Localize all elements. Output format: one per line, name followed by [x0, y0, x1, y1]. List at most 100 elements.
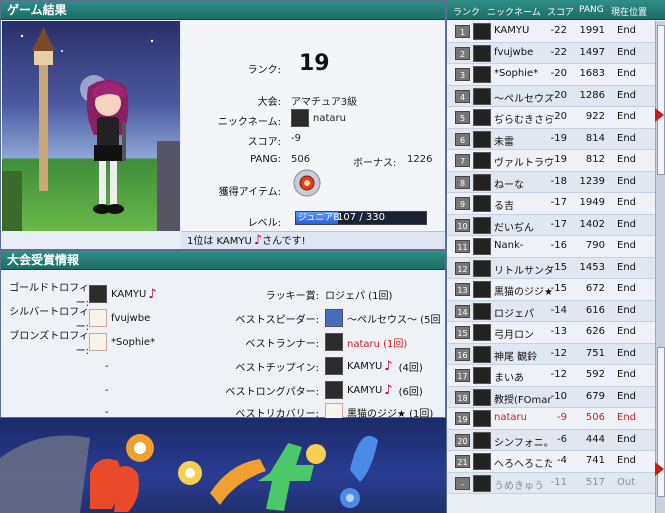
- player-name: *Sophie*: [494, 68, 539, 79]
- lucky-award-row: ラッキー賞: ロジェパ (1回): [201, 284, 393, 304]
- player-pang: 616: [585, 304, 605, 316]
- bonus-value: 1226: [407, 154, 433, 165]
- table-row[interactable]: 14 ロジェパ -14 616 End: [447, 300, 655, 322]
- chipin-award-row: ベストチップイン: KAMYU ♪ (4回): [201, 356, 423, 376]
- bonus-label: ボーナス:: [353, 158, 397, 169]
- table-row[interactable]: 9 る吉 -17 1949 End: [447, 193, 655, 215]
- table-row[interactable]: 18 教授(FOmar) -10 679 End: [447, 386, 655, 408]
- col-position-header[interactable]: 現在位置: [611, 5, 647, 18]
- table-row[interactable]: 8 ねーな -18 1239 End: [447, 171, 655, 193]
- music-note-icon: ♪: [148, 286, 157, 302]
- player-score: -22: [550, 46, 567, 58]
- player-score: -20: [550, 68, 567, 79]
- empty-slot-1: -: [105, 360, 109, 372]
- gold-avatar-icon: [89, 285, 107, 303]
- player-score: -20: [550, 111, 567, 122]
- chipin-award-value: KAMYU: [347, 360, 383, 372]
- rank-number: 2: [455, 46, 470, 60]
- player-position: End: [617, 390, 637, 402]
- player-pang: 444: [585, 433, 605, 445]
- speeder-award-value: ～ペルセウス～ (5回: [347, 314, 441, 326]
- nickname-value: nataru: [313, 112, 346, 124]
- longputter-award-count: (6回): [398, 386, 423, 398]
- gold-trophy-value: KAMYU: [111, 288, 147, 300]
- table-row[interactable]: 21 へろへろこたろ -4 741 End: [447, 451, 655, 473]
- player-position: End: [617, 304, 637, 316]
- table-row[interactable]: 7 ヴァルトラウテ-19 812 End: [447, 150, 655, 172]
- ranking-scrollbar[interactable]: [655, 21, 665, 513]
- player-score: -17: [550, 197, 567, 208]
- table-row[interactable]: 16 神尾 観鈴 -12 751 End: [447, 343, 655, 365]
- table-row[interactable]: - うめきゅう -11 517 Out: [447, 472, 655, 494]
- level-label: レベル:: [247, 218, 281, 229]
- col-nickname-header[interactable]: ニックネーム: [487, 5, 541, 18]
- pang-value: 506: [291, 154, 311, 165]
- player-name: KAMYU: [494, 25, 530, 36]
- table-row[interactable]: 17 まいあ -12 592 End: [447, 365, 655, 387]
- empty-slot-2: -: [105, 384, 109, 396]
- table-row[interactable]: 19 nataru -9 506 End: [447, 408, 655, 430]
- table-row[interactable]: 5 ぢらむきさら -20 922 End: [447, 107, 655, 129]
- player-position: End: [617, 369, 637, 380]
- player-position: End: [617, 261, 637, 273]
- rank-number: 6: [455, 132, 470, 146]
- nickname-label: ニックネーム:: [217, 117, 281, 128]
- player-avatar-icon: [473, 66, 491, 83]
- table-row[interactable]: 3 *Sophie* -20 1683 End: [447, 64, 655, 86]
- table-row[interactable]: 10 だいぢん -17 1402 End: [447, 214, 655, 236]
- chipin-award-count: (4回): [398, 362, 423, 374]
- item-capsule-icon: [293, 169, 321, 197]
- table-row[interactable]: 6 未雷 -19 814 End: [447, 128, 655, 150]
- gold-trophy-row: ゴールドトロフィー: KAMYU ♪: [5, 283, 157, 309]
- table-row[interactable]: 2 fvujwbe -22 1497 End: [447, 42, 655, 64]
- scroll-down-arrow-icon[interactable]: [655, 462, 664, 476]
- player-avatar-icon: [473, 259, 491, 277]
- longputter-avatar-icon: [325, 381, 343, 399]
- col-pang-header[interactable]: PANG: [579, 5, 604, 15]
- col-score-header[interactable]: スコア: [547, 5, 574, 18]
- player-avatar-icon: [473, 367, 491, 384]
- player-name: ねーな: [494, 179, 524, 191]
- player-avatar-icon: [473, 44, 491, 62]
- player-score: -12: [550, 347, 567, 359]
- rank-number: 13: [455, 283, 470, 296]
- runner-avatar-icon: [325, 333, 343, 351]
- player-avatar-icon: [473, 216, 491, 234]
- player-position: End: [617, 433, 637, 445]
- table-row[interactable]: 12 リトルサンタ -15 1453 End: [447, 257, 655, 279]
- player-avatar-icon: [473, 152, 491, 169]
- runner-award-value: nataru (1回): [347, 338, 408, 350]
- table-row[interactable]: 13 黒猫のジジ★ -15 672 End: [447, 279, 655, 301]
- pang-label: PANG:: [250, 154, 281, 165]
- chipin-avatar-icon: [325, 357, 343, 375]
- longputter-award-value: KAMYU: [347, 384, 383, 396]
- player-name: リトルサンタ: [494, 265, 552, 277]
- music-note-icon: ♪: [384, 358, 393, 374]
- player-position: End: [617, 455, 637, 466]
- player-avatar-icon: [473, 109, 491, 126]
- player-avatar-icon: [473, 195, 491, 212]
- table-row[interactable]: 15 弓月ロン -13 626 End: [447, 322, 655, 344]
- table-row[interactable]: 20 シンフォニ。 -6 444 End: [447, 429, 655, 451]
- player-avatar-icon: [473, 130, 491, 148]
- player-avatar-icon: [473, 453, 491, 470]
- player-avatar-icon: [473, 281, 491, 298]
- table-row[interactable]: 11 Nank- -16 790 End: [447, 236, 655, 258]
- player-name: ～ペルセウス～: [494, 93, 552, 105]
- player-pang: 672: [585, 283, 605, 294]
- player-score: -15: [550, 283, 567, 294]
- item-slot[interactable]: [293, 169, 321, 200]
- scroll-up-arrow-icon[interactable]: [655, 108, 664, 122]
- player-score: -14: [550, 304, 567, 316]
- rank-number: 21: [455, 455, 470, 468]
- player-pang: 1239: [579, 175, 605, 187]
- nickname-row: nataru: [291, 109, 346, 127]
- winner-text: 1位は KAMYU: [187, 236, 252, 247]
- table-row[interactable]: 4 ～ペルセウス～-20 1286 End: [447, 85, 655, 107]
- col-rank-header[interactable]: ランク: [453, 5, 480, 18]
- table-row[interactable]: 1 KAMYU -22 1991 End: [447, 21, 655, 43]
- player-position: End: [617, 111, 637, 122]
- rank-number: 8: [455, 175, 470, 189]
- tournament-label: 大会:: [257, 97, 281, 108]
- scroll-thumb[interactable]: [657, 25, 665, 175]
